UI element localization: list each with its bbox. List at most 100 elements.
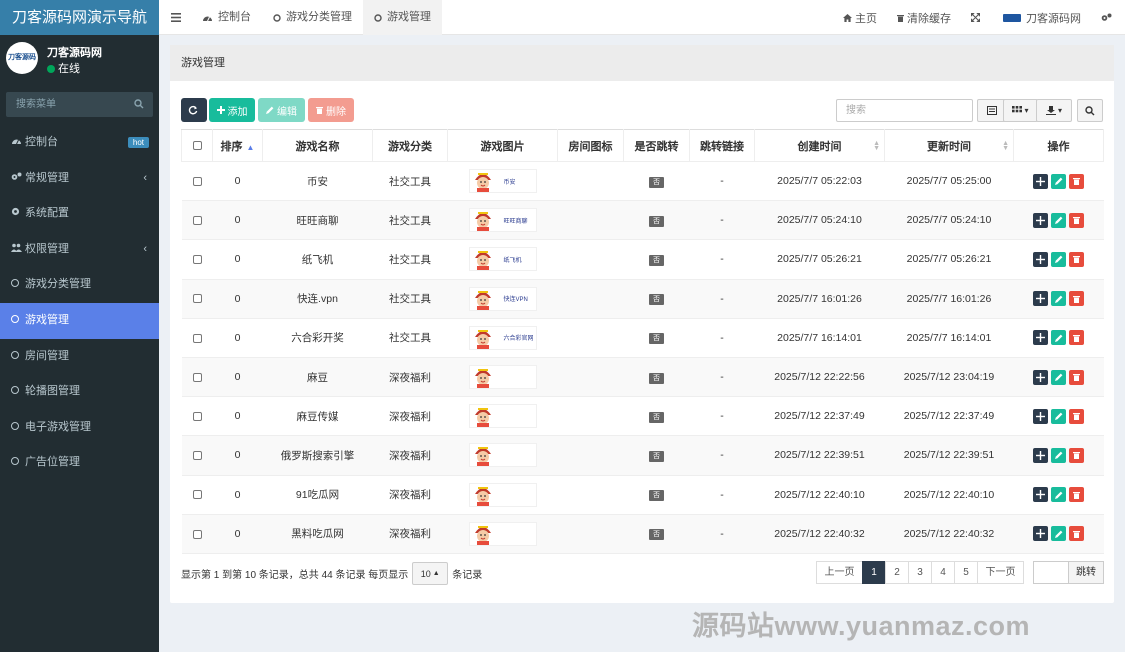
- row-checkbox[interactable]: [192, 529, 202, 539]
- prev-page-button[interactable]: 上一页: [816, 561, 863, 584]
- row-checkbox[interactable]: [192, 294, 202, 304]
- drag-sort-button[interactable]: [1033, 408, 1048, 424]
- page-button-2[interactable]: 2: [885, 561, 909, 584]
- drag-sort-button[interactable]: [1033, 291, 1048, 307]
- game-thumbnail[interactable]: [468, 521, 537, 546]
- goto-page-input[interactable]: [1033, 561, 1069, 584]
- row-checkbox[interactable]: [192, 216, 202, 225]
- game-thumbnail[interactable]: [468, 443, 537, 468]
- menu-toggle-icon[interactable]: [171, 11, 181, 25]
- drag-sort-button[interactable]: [1033, 369, 1048, 385]
- table-search-input[interactable]: 搜索: [836, 99, 973, 122]
- game-thumbnail[interactable]: [468, 365, 537, 390]
- goto-page-button[interactable]: 跳转: [1068, 561, 1104, 584]
- page-button-5[interactable]: 5: [954, 561, 978, 584]
- drag-sort-button[interactable]: [1033, 330, 1048, 346]
- sidebar-item-egames[interactable]: 电子游戏管理: [0, 410, 159, 446]
- sidebar-item-system-config[interactable]: 系统配置: [0, 196, 159, 232]
- row-edit-button[interactable]: [1051, 291, 1066, 307]
- sidebar-item-game-category[interactable]: 游戏分类管理: [0, 267, 159, 303]
- game-thumbnail[interactable]: 快连VPN: [468, 286, 537, 311]
- col-sort-header[interactable]: 排序 ▲: [212, 129, 263, 162]
- row-checkbox[interactable]: [192, 333, 202, 343]
- row-checkbox[interactable]: [192, 411, 202, 421]
- row-checkbox[interactable]: [192, 176, 202, 186]
- col-created-header[interactable]: 创建时间 ▲ ▼: [754, 129, 885, 162]
- sidebar-item-game-management[interactable]: 游戏管理: [0, 302, 159, 339]
- settings-button[interactable]: [1091, 13, 1125, 22]
- trash-icon: [1073, 295, 1080, 303]
- game-thumbnail[interactable]: 旺旺商聊: [468, 208, 537, 233]
- row-edit-button[interactable]: [1051, 526, 1066, 542]
- columns-dropdown[interactable]: ▾: [1003, 99, 1038, 122]
- page-size-dropdown[interactable]: 10 ▲: [412, 562, 449, 585]
- row-edit-button[interactable]: [1051, 487, 1066, 503]
- row-delete-button[interactable]: [1069, 251, 1084, 267]
- row-checkbox[interactable]: [192, 372, 202, 382]
- sidebar-search-input[interactable]: [6, 92, 153, 117]
- drag-sort-button[interactable]: [1033, 251, 1048, 267]
- row-delete-button[interactable]: [1069, 408, 1084, 424]
- row-delete-button[interactable]: [1069, 291, 1084, 307]
- edit-button[interactable]: 编辑: [258, 98, 305, 122]
- game-thumbnail[interactable]: [468, 404, 537, 429]
- drag-sort-button[interactable]: [1033, 487, 1048, 503]
- home-link[interactable]: 主页: [833, 10, 887, 26]
- fullscreen-button[interactable]: [961, 13, 993, 22]
- sidebar-item-dashboard[interactable]: 控制台 hot: [0, 125, 159, 161]
- row-checkbox[interactable]: [192, 255, 202, 265]
- tab-game-management[interactable]: 游戏管理: [363, 0, 442, 35]
- game-thumbnail[interactable]: 币安: [468, 169, 537, 194]
- add-button[interactable]: 添加: [209, 98, 255, 122]
- export-dropdown[interactable]: ▾: [1036, 99, 1072, 122]
- row-checkbox[interactable]: [192, 451, 202, 461]
- app-logo-title[interactable]: 刀客源码网演示导航: [0, 0, 159, 35]
- row-delete-button[interactable]: [1069, 487, 1084, 503]
- row-delete-button[interactable]: [1069, 330, 1084, 346]
- row-checkbox[interactable]: [192, 490, 202, 500]
- row-delete-button[interactable]: [1069, 369, 1084, 385]
- game-thumbnail[interactable]: 纸飞机: [468, 247, 537, 272]
- col-name-header: 游戏名称: [262, 129, 373, 162]
- sidebar-item-general[interactable]: 常规管理 ‹: [0, 161, 159, 197]
- site-profile[interactable]: 刀客源码网: [993, 10, 1091, 26]
- row-delete-button[interactable]: [1069, 173, 1084, 189]
- refresh-button[interactable]: [181, 98, 207, 122]
- row-edit-button[interactable]: [1051, 212, 1066, 228]
- tab-game-category[interactable]: 游戏分类管理: [262, 0, 363, 35]
- next-page-button[interactable]: 下一页: [977, 561, 1024, 584]
- toggle-view-button[interactable]: [977, 99, 1006, 122]
- sidebar-item-permissions[interactable]: 权限管理 ‹: [0, 232, 159, 268]
- clear-cache-button[interactable]: 清除缓存: [887, 10, 961, 26]
- select-all-checkbox[interactable]: [192, 141, 202, 151]
- page-button-4[interactable]: 4: [931, 561, 955, 584]
- row-edit-button[interactable]: [1051, 447, 1066, 463]
- row-delete-button[interactable]: [1069, 212, 1084, 228]
- row-delete-button[interactable]: [1069, 526, 1084, 542]
- drag-sort-button[interactable]: [1033, 173, 1048, 189]
- sidebar-item-ads[interactable]: 广告位管理: [0, 445, 159, 481]
- drag-sort-button[interactable]: [1033, 212, 1048, 228]
- advanced-search-button[interactable]: [1077, 99, 1103, 122]
- col-updated-header[interactable]: 更新时间 ▲ ▼: [884, 129, 1014, 162]
- row-delete-button[interactable]: [1069, 447, 1084, 463]
- jump-status-badge: 否: [649, 333, 664, 345]
- row-edit-button[interactable]: [1051, 251, 1066, 267]
- drag-sort-button[interactable]: [1033, 447, 1048, 463]
- row-edit-button[interactable]: [1051, 408, 1066, 424]
- game-thumbnail[interactable]: 六合彩官网: [468, 325, 537, 350]
- sidebar-item-carousel[interactable]: 轮播图管理: [0, 374, 159, 410]
- page-button-1[interactable]: 1: [862, 561, 886, 584]
- delete-button[interactable]: 删除: [308, 98, 354, 122]
- search-icon[interactable]: [134, 98, 144, 112]
- row-edit-button[interactable]: [1051, 330, 1066, 346]
- room-icon-cell: [557, 513, 624, 554]
- drag-sort-button[interactable]: [1033, 526, 1048, 542]
- row-edit-button[interactable]: [1051, 173, 1066, 189]
- game-thumbnail[interactable]: [468, 482, 537, 507]
- tab-dashboard[interactable]: 控制台: [191, 0, 262, 35]
- sidebar-item-room-management[interactable]: 房间管理: [0, 339, 159, 375]
- page-button-3[interactable]: 3: [908, 561, 932, 584]
- row-edit-button[interactable]: [1051, 369, 1066, 385]
- table-row: 0 币安 社交工具 币安否 -2025/7/7 05:22:03 2025/7/7 05:…: [181, 160, 1104, 202]
